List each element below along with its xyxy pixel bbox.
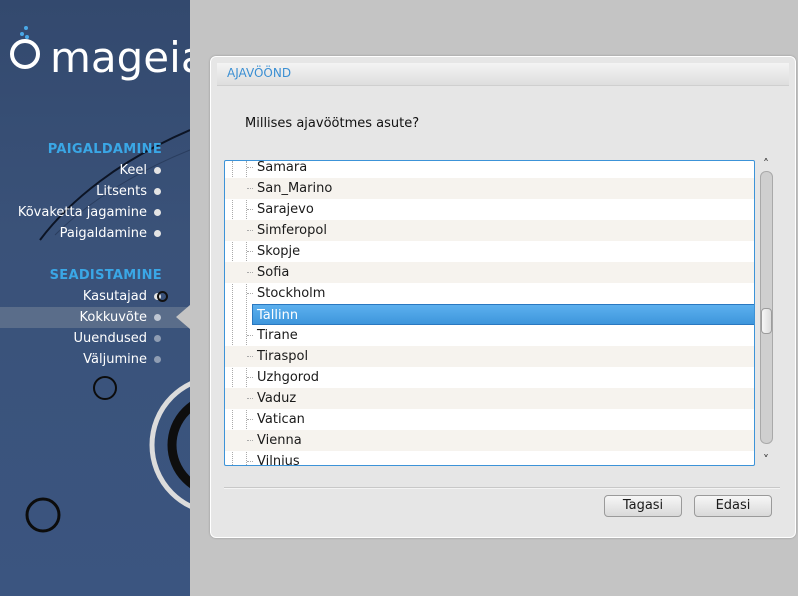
list-item[interactable]: Uzhgorod <box>225 367 754 388</box>
list-item[interactable]: Sofia <box>225 262 754 283</box>
back-button[interactable]: Tagasi <box>604 495 682 517</box>
divider <box>224 487 780 489</box>
list-item[interactable]: Samara <box>225 161 754 178</box>
step-pending-icon <box>154 335 161 342</box>
list-item[interactable]: San_Marino <box>225 178 754 199</box>
timezone-question: Millises ajavöötmes asute? <box>245 116 420 131</box>
section-title-configure: SEADISTAMINE <box>49 268 162 283</box>
list-item[interactable]: Sarajevo <box>225 199 754 220</box>
step-done-icon <box>154 209 161 216</box>
step-label: Väljumine <box>83 352 147 367</box>
step-label: Paigaldamine <box>59 226 147 241</box>
step-done-icon <box>154 230 161 237</box>
list-item[interactable]: Simferopol <box>225 220 754 241</box>
list-item-selected[interactable]: Tallinn <box>252 304 754 325</box>
list-item[interactable]: Vaduz <box>225 388 754 409</box>
scroll-up-icon[interactable]: ˄ <box>760 158 772 170</box>
step-label: Kokkuvõte <box>79 310 147 325</box>
list-item[interactable]: Skopje <box>225 241 754 262</box>
active-step-arrow-icon <box>176 305 190 329</box>
step-pending-icon <box>154 356 161 363</box>
step-partitioning: Kõvaketta jagamine <box>0 202 190 223</box>
step-label: Uuendused <box>73 331 147 346</box>
scrollbar-thumb[interactable] <box>761 308 772 334</box>
mageia-logo-icon <box>10 26 40 69</box>
step-installing: Paigaldamine <box>0 223 190 244</box>
step-exit: Väljumine <box>0 349 190 370</box>
panel-header: AJAVÖÖND <box>217 63 789 86</box>
step-users: Kasutajad <box>0 286 190 307</box>
step-label: Kasutajad <box>82 289 147 304</box>
step-done-icon <box>154 167 161 174</box>
scrollbar-track[interactable] <box>760 171 773 444</box>
list-item[interactable]: Tiraspol <box>225 346 754 367</box>
list-item[interactable]: Vilnius <box>225 451 754 465</box>
step-label: Litsents <box>96 184 147 199</box>
panel-title: AJAVÖÖND <box>227 66 292 80</box>
mageia-logo: mageia <box>50 33 190 82</box>
step-language: Keel <box>0 160 190 181</box>
list-item[interactable]: Tirane <box>225 325 754 346</box>
list-item[interactable]: Stockholm <box>225 283 754 304</box>
list-item[interactable]: Vienna <box>225 430 754 451</box>
section-title-install: PAIGALDAMINE <box>47 142 162 157</box>
timezone-list[interactable]: Samara San_Marino Sarajevo Simferopol Sk… <box>224 160 755 466</box>
step-done-icon <box>154 188 161 195</box>
step-label: Keel <box>119 163 148 178</box>
step-license: Litsents <box>0 181 190 202</box>
sidebar: mageia PAIGALDAMINE Keel Litsents Kõvake… <box>0 0 190 596</box>
step-label: Kõvaketta jagamine <box>17 205 147 220</box>
step-current-icon <box>154 314 161 321</box>
next-button[interactable]: Edasi <box>694 495 772 517</box>
step-ring-icon <box>157 291 168 302</box>
scroll-down-icon[interactable]: ˅ <box>760 454 772 466</box>
list-item[interactable]: Vatican <box>225 409 754 430</box>
step-summary: Kokkuvõte <box>0 307 190 328</box>
timezone-panel: AJAVÖÖND Millises ajavöötmes asute? Sama… <box>210 56 796 538</box>
step-updates: Uuendused <box>0 328 190 349</box>
